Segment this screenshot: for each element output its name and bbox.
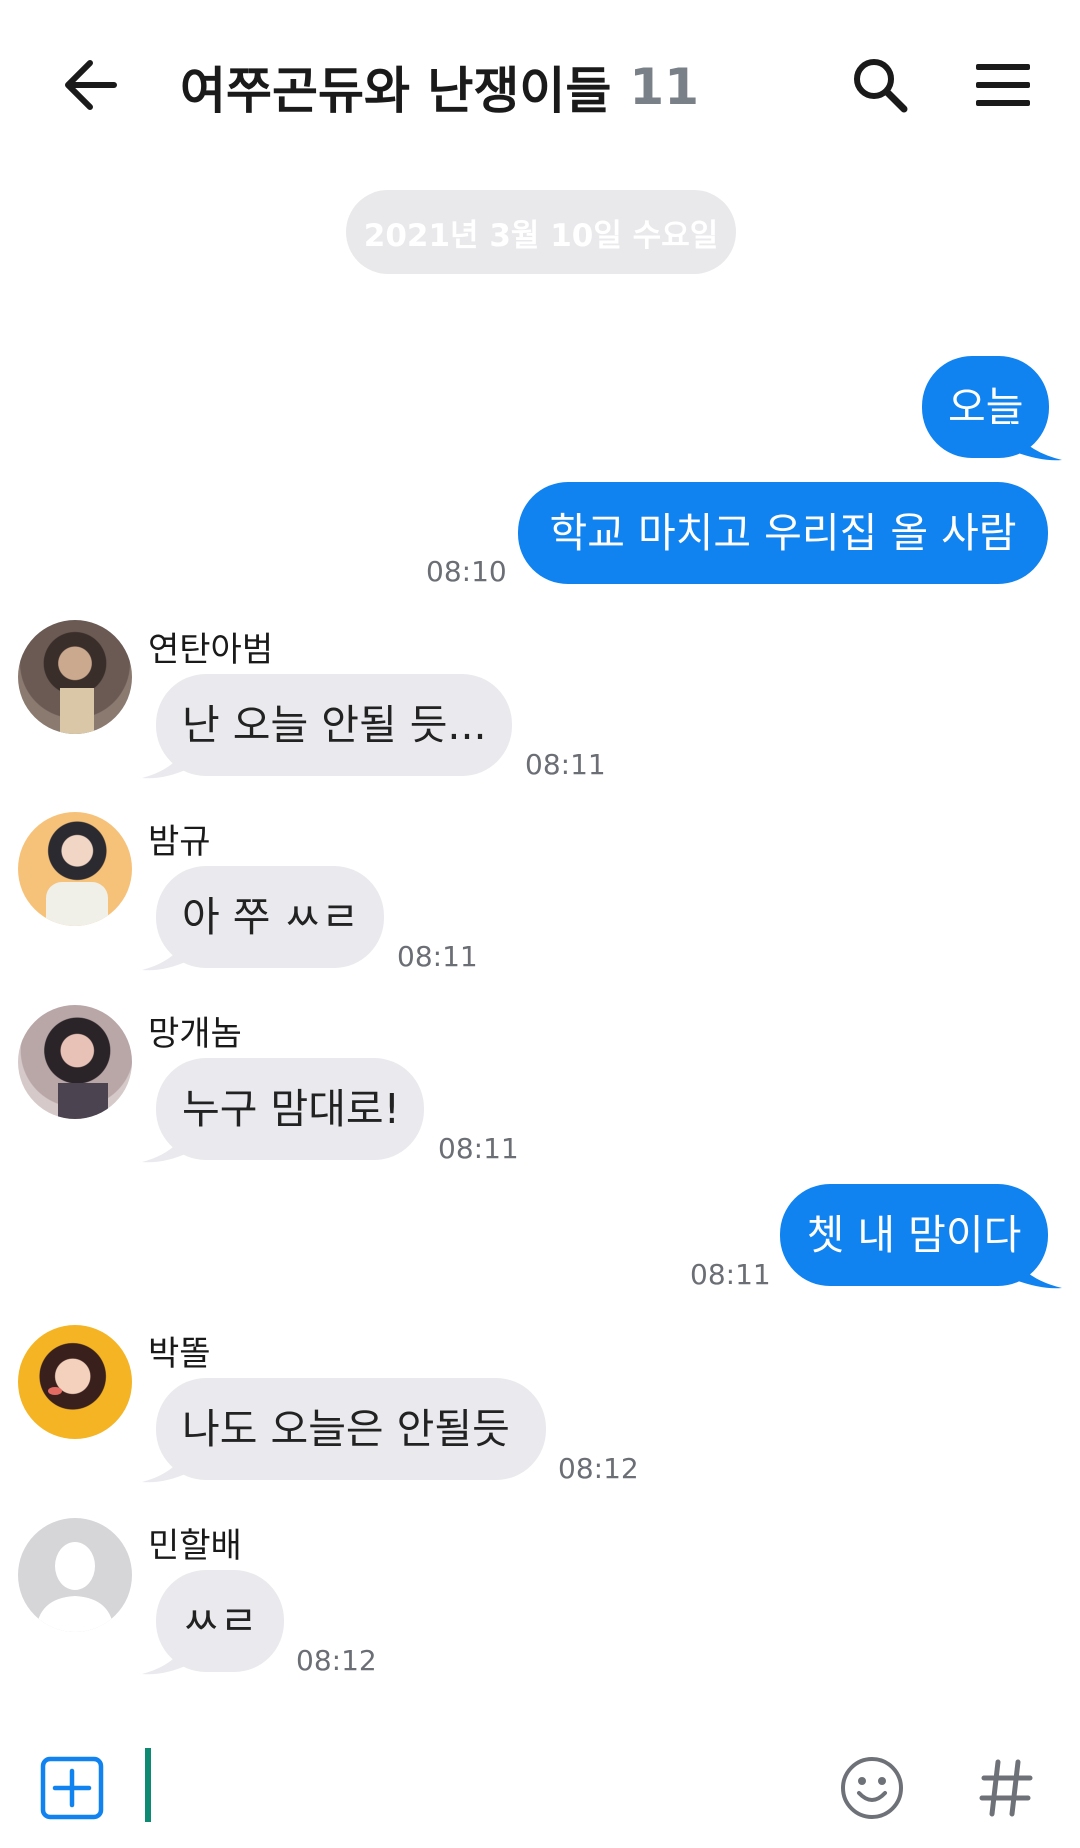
avatar[interactable] bbox=[18, 1325, 132, 1439]
bubble-tail bbox=[142, 738, 190, 779]
message-time: 08:11 bbox=[525, 748, 606, 781]
sender-name: 박똘 bbox=[148, 1334, 211, 1374]
bubble-tail bbox=[142, 1442, 190, 1483]
message-time: 08:11 bbox=[438, 1132, 519, 1165]
message-text: 난 오늘 안될 듯... bbox=[182, 700, 487, 749]
message-text: 누구 맘대로! bbox=[182, 1084, 401, 1133]
message-text: 쳇 내 맘이다 bbox=[806, 1210, 1022, 1259]
other-message-bubble[interactable]: 아 쭈 ㅆㄹ bbox=[156, 866, 384, 968]
plus-square-icon bbox=[40, 1756, 104, 1820]
other-message-bubble[interactable]: 난 오늘 안될 듯... bbox=[156, 674, 512, 776]
hashtag-button[interactable] bbox=[968, 1750, 1044, 1826]
bubble-tail bbox=[142, 1634, 190, 1675]
avatar[interactable] bbox=[18, 1518, 132, 1632]
message-input-caret[interactable] bbox=[145, 1748, 151, 1822]
bubble-tail bbox=[1010, 1248, 1062, 1289]
sender-name: 망개놈 bbox=[148, 1014, 242, 1054]
smiley-icon bbox=[841, 1757, 903, 1819]
other-message-bubble[interactable]: 누구 맘대로! bbox=[156, 1058, 424, 1160]
message-text: 학교 마치고 우리집 올 사람 bbox=[549, 508, 1017, 557]
arrow-left-icon bbox=[65, 60, 117, 110]
emoji-button[interactable] bbox=[834, 1750, 910, 1826]
default-avatar-icon bbox=[36, 1542, 114, 1632]
sender-name: 밤규 bbox=[148, 822, 211, 862]
avatar[interactable] bbox=[18, 1005, 132, 1119]
chat-title-group: 여쭈곤듀와 난쟁이들 11 bbox=[180, 52, 699, 122]
bubble-tail bbox=[1010, 420, 1062, 461]
message-input-bar bbox=[0, 1728, 1080, 1848]
member-count: 11 bbox=[629, 58, 700, 116]
avatar[interactable] bbox=[18, 620, 132, 734]
date-divider: 2021년 3월 10일 수요일 bbox=[346, 190, 736, 274]
add-attachment-button[interactable] bbox=[36, 1752, 108, 1824]
message-text: 아 쭈 ㅆㄹ bbox=[182, 892, 359, 941]
bubble-tail bbox=[142, 1122, 190, 1163]
search-icon bbox=[854, 59, 908, 113]
message-time: 08:12 bbox=[296, 1644, 377, 1677]
avatar[interactable] bbox=[18, 812, 132, 926]
message-time: 08:11 bbox=[397, 940, 478, 973]
my-message-bubble[interactable]: 쳇 내 맘이다 bbox=[780, 1184, 1048, 1286]
chat-title: 여쭈곤듀와 난쟁이들 bbox=[180, 62, 612, 120]
search-button[interactable] bbox=[845, 50, 915, 120]
sender-name: 민할배 bbox=[148, 1526, 242, 1566]
sender-name: 연탄아범 bbox=[148, 630, 274, 670]
message-time: 08:10 bbox=[426, 555, 507, 588]
menu-button[interactable] bbox=[968, 50, 1038, 120]
chat-header: 여쭈곤듀와 난쟁이들 11 bbox=[0, 0, 1080, 170]
hashtag-icon bbox=[979, 1759, 1033, 1817]
message-text: 나도 오늘은 안될듯 bbox=[182, 1404, 510, 1453]
hamburger-menu-icon bbox=[976, 64, 1030, 106]
my-message-bubble[interactable]: 학교 마치고 우리집 올 사람 bbox=[518, 482, 1048, 584]
message-text: ㅆㄹ bbox=[182, 1596, 258, 1645]
message-time: 08:11 bbox=[690, 1258, 771, 1291]
other-message-bubble[interactable]: 나도 오늘은 안될듯 bbox=[156, 1378, 546, 1480]
message-time: 08:12 bbox=[558, 1452, 639, 1485]
back-button[interactable] bbox=[55, 50, 125, 120]
bubble-tail bbox=[142, 930, 190, 971]
